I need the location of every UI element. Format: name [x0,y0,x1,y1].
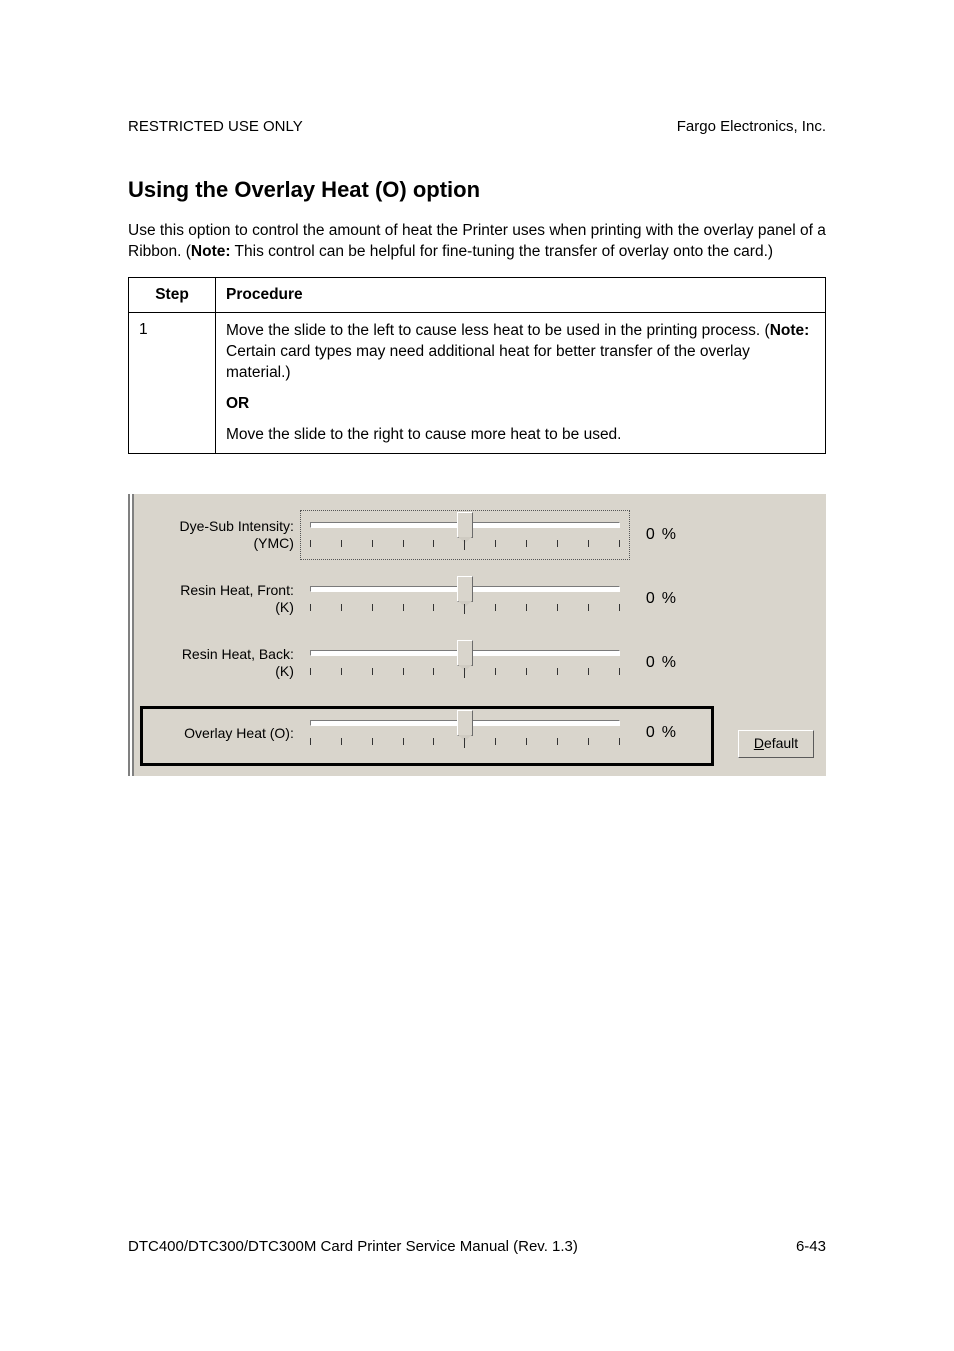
col-step-header: Step [129,277,216,312]
procedure-table: Step Procedure 1 Move the slide to the l… [128,277,826,455]
slider-label-resin-back: Resin Heat, Back: (K) [146,646,302,681]
intro-suffix: This control can be helpful for fine-tun… [231,243,774,260]
value-unit: % [662,654,677,671]
slider-label-line1: Resin Heat, Front: [180,582,294,598]
slider-ticks [310,738,620,746]
footer-right: 6-43 [796,1238,826,1255]
default-rest: efault [764,735,798,751]
slider-label-resin-front: Resin Heat, Front: (K) [146,582,302,617]
footer-row: DTC400/DTC300/DTC300M Card Printer Servi… [128,1238,826,1255]
value-number: 0 [646,590,656,607]
slider-label-overlay: Overlay Heat (O): [146,725,302,743]
slider-ticks [310,604,620,612]
settings-panel: Dye-Sub Intensity: (YMC) 0% [134,494,826,776]
default-mnemonic: D [754,735,764,751]
value-number: 0 [646,654,656,671]
slider-resin-back[interactable] [302,640,628,686]
slider-label-line1: Resin Heat, Back: [182,646,294,662]
slider-ticks [310,668,620,676]
slider-row-dyesub: Dye-Sub Intensity: (YMC) 0% [146,512,814,558]
slider-row-resin-back: Resin Heat, Back: (K) 0% [146,640,814,686]
slider-row-overlay: Overlay Heat (O): 0% [146,704,814,764]
value-number: 0 [646,526,656,543]
slider-label-line2: (K) [146,663,294,681]
intro-note-label: Note: [191,243,231,260]
proc-p1-prefix: Move the slide to the left to cause less… [226,322,770,339]
proc-p2: Move the slide to the right to cause mor… [226,425,815,446]
procedure-cell: Move the slide to the left to cause less… [216,312,826,454]
col-procedure-header: Procedure [216,277,826,312]
slider-value-resin-back: 0% [628,654,706,672]
slider-thumb[interactable] [457,710,473,736]
page: RESTRICTED USE ONLY Fargo Electronics, I… [0,0,954,1351]
slider-label-line2: (YMC) [146,535,294,553]
proc-or: OR [226,394,815,415]
slider-label-line1: Overlay Heat (O): [184,725,294,741]
slider-row-resin-front: Resin Heat, Front: (K) 0% [146,576,814,622]
slider-thumb[interactable] [457,512,473,538]
proc-p1-note-label: Note: [770,322,810,339]
slider-label-dyesub: Dye-Sub Intensity: (YMC) [146,518,302,553]
slider-value-overlay: 0% [628,724,706,742]
slider-ticks [310,540,620,548]
slider-thumb[interactable] [457,576,473,602]
slider-thumb[interactable] [457,640,473,666]
slider-label-line2: (K) [146,599,294,617]
slider-overlay[interactable] [302,710,628,756]
page-title: Using the Overlay Heat (O) option [128,177,826,203]
slider-value-dyesub: 0% [628,526,706,544]
slider-dyesub[interactable] [302,512,628,558]
value-number: 0 [646,724,656,741]
settings-panel-wrap: Dye-Sub Intensity: (YMC) 0% [128,494,826,776]
header-right: Fargo Electronics, Inc. [677,118,826,135]
step-number: 1 [129,312,216,454]
value-unit: % [662,590,677,607]
header-left: RESTRICTED USE ONLY [128,118,303,135]
default-button[interactable]: Default [738,730,814,758]
value-unit: % [662,724,677,741]
slider-value-resin-front: 0% [628,590,706,608]
slider-resin-front[interactable] [302,576,628,622]
table-row: 1 Move the slide to the left to cause le… [129,312,826,454]
header-row: RESTRICTED USE ONLY Fargo Electronics, I… [128,118,826,135]
footer-left: DTC400/DTC300/DTC300M Card Printer Servi… [128,1238,578,1255]
intro-paragraph: Use this option to control the amount of… [128,221,826,263]
slider-label-line1: Dye-Sub Intensity: [179,518,293,534]
proc-p1-suffix: Certain card types may need additional h… [226,343,750,381]
value-unit: % [662,526,677,543]
